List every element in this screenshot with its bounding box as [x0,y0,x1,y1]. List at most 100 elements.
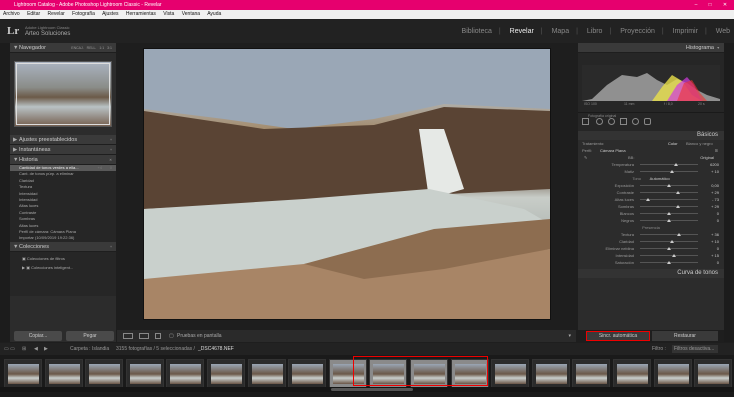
slider-knob[interactable] [667,211,671,215]
proof-checkbox[interactable]: ▢ [169,330,174,342]
before-after-icon[interactable] [139,333,149,339]
red-eye-icon[interactable] [608,118,615,125]
filmstrip-thumbnail[interactable] [694,359,733,389]
add-icon[interactable]: + [110,145,112,155]
module-web[interactable]: Web [716,28,730,35]
zoom-1-1[interactable]: 1:1 [99,46,104,50]
filmstrip-thumbnail[interactable] [531,359,570,389]
slider-track[interactable] [640,206,698,207]
filmstrip-thumbnail[interactable] [572,359,611,389]
module-imprimir[interactable]: Imprimir [673,28,698,35]
snapshots-header[interactable]: ▶ Instantáneas + [10,145,116,155]
reset-button[interactable]: Restaurar [652,331,718,341]
treatment-bw[interactable]: Blanco y negro [686,140,713,147]
menu-fotografia[interactable]: Fotografía [72,11,95,17]
basic-header[interactable]: Básicos [578,131,724,140]
treatment-color[interactable]: Color [668,140,678,147]
profile-browser-icon[interactable]: ⊞ [715,147,718,154]
filmstrip-thumbnail[interactable] [44,359,83,389]
prev-icon[interactable]: ◀ [34,343,38,355]
slider-tint[interactable]: Matiz + 10 [578,168,724,175]
slider-shadows[interactable]: Sombras + 29 [578,203,724,210]
slider-knob[interactable] [669,239,674,243]
collections-header[interactable]: ▼ Colecciones + [10,241,116,252]
add-icon[interactable]: + [110,242,112,252]
filmstrip-thumbnail[interactable] [207,359,245,389]
slider-value[interactable]: + 15 [711,252,719,259]
menu-ajustes[interactable]: Ajustes [102,11,118,17]
crop-icon[interactable] [582,118,589,125]
module-proyeccion[interactable]: Proyección [620,28,655,35]
wb-dropdown[interactable]: Original [700,154,714,161]
presets-header[interactable]: ▶ Ajustes preestablecidos + [10,135,116,145]
right-panel-edge[interactable] [724,43,734,342]
slider-blacks[interactable]: Negros 0 [578,217,724,224]
filmstrip-thumbnail[interactable] [166,359,205,389]
slider-value[interactable]: + 10 [711,238,719,245]
filmstrip-thumbnail[interactable] [288,359,327,389]
eyedropper-icon[interactable]: ✎ [584,154,587,161]
menu-vista[interactable]: Vista [163,11,174,17]
slider-knob[interactable] [667,218,671,222]
filmstrip-thumbnail[interactable] [4,359,42,389]
history-header[interactable]: ▼ Historia ✕ [10,155,116,165]
slider-value[interactable]: + 29 [711,203,719,210]
auto-tone-button[interactable]: Automático [650,176,670,181]
slider-exposure[interactable]: Exposición 0,00 [578,182,724,189]
slider-value[interactable]: 0 [717,259,719,266]
slider-value[interactable]: 0 [717,217,719,224]
slider-knob[interactable] [667,246,671,250]
clear-history-icon[interactable]: ✕ [109,155,112,165]
filmstrip-thumbnail[interactable] [85,359,124,389]
filmstrip-thumbnail[interactable] [491,359,530,389]
slider-temperature[interactable]: Temperatura 6200 [578,161,724,168]
toolbar-menu-icon[interactable]: ▾ [568,330,571,342]
slider-knob[interactable] [677,232,682,236]
slider-value[interactable]: 0 [717,245,719,252]
collection-set-filters[interactable]: ▣ Colecciones de filtros [10,252,116,261]
loupe-view-icon[interactable] [123,333,133,339]
module-revelar[interactable]: Revelar [510,28,534,35]
slider-value[interactable]: 0 [717,210,719,217]
filmstrip-filename[interactable]: _DSC4678.NEF [198,343,234,355]
slider-value[interactable]: + 36 [711,231,719,238]
filmstrip-thumbnail[interactable] [125,359,164,389]
slider-contrast[interactable]: Contraste + 29 [578,189,724,196]
close-icon[interactable]: ✕ [719,0,731,10]
filmstrip-thumbnail[interactable] [247,359,286,389]
slider-knob[interactable] [645,197,650,201]
slider-vibrance[interactable]: Intensidad + 15 [578,252,724,259]
slider-knob[interactable] [669,169,674,173]
adjustment-brush-icon[interactable] [644,118,651,125]
slider-knob[interactable] [667,260,671,264]
collection-set-smart[interactable]: ▶ ▣ Colecciones inteligent... [10,261,116,270]
slider-highlights[interactable]: Altas luces - 73 [578,196,724,203]
spot-removal-icon[interactable] [596,118,603,125]
menu-archivo[interactable]: Archivo [3,11,20,17]
slider-value[interactable]: 0,00 [711,182,719,189]
filmstrip-scroll-thumb[interactable] [331,388,413,391]
slider-track[interactable] [640,255,698,256]
slider-knob[interactable] [675,190,680,194]
slider-track[interactable] [640,164,698,165]
slider-clarity[interactable]: Claridad + 10 [578,238,724,245]
graduated-filter-icon[interactable] [620,118,627,125]
slider-texture[interactable]: Textura + 36 [578,231,724,238]
slider-knob[interactable] [675,204,680,208]
menu-editar[interactable]: Editar [27,11,40,17]
tone-curve-header[interactable]: Curva de tonos [578,269,724,278]
slider-value[interactable]: - 73 [712,196,719,203]
histogram[interactable]: ISO 100 11 mm f / 8,0 20 s [578,53,724,113]
module-mapa[interactable]: Mapa [552,28,570,35]
slider-saturation[interactable]: Saturación 0 [578,259,724,266]
minimize-icon[interactable]: – [690,0,702,10]
slider-track[interactable] [640,234,698,235]
filmstrip-folder[interactable]: Carpeta : Islandia [70,343,109,355]
filter-dropdown[interactable]: Filtros desactiva... [672,345,718,353]
grid-view-icon[interactable]: ⊞ [22,343,26,355]
slider-whites[interactable]: Blancos 0 [578,210,724,217]
filmstrip-thumbnail[interactable] [613,359,651,389]
slider-value[interactable]: + 29 [711,189,719,196]
radial-filter-icon[interactable] [632,118,639,125]
zoom-3-1[interactable]: 3:1 [107,46,112,50]
